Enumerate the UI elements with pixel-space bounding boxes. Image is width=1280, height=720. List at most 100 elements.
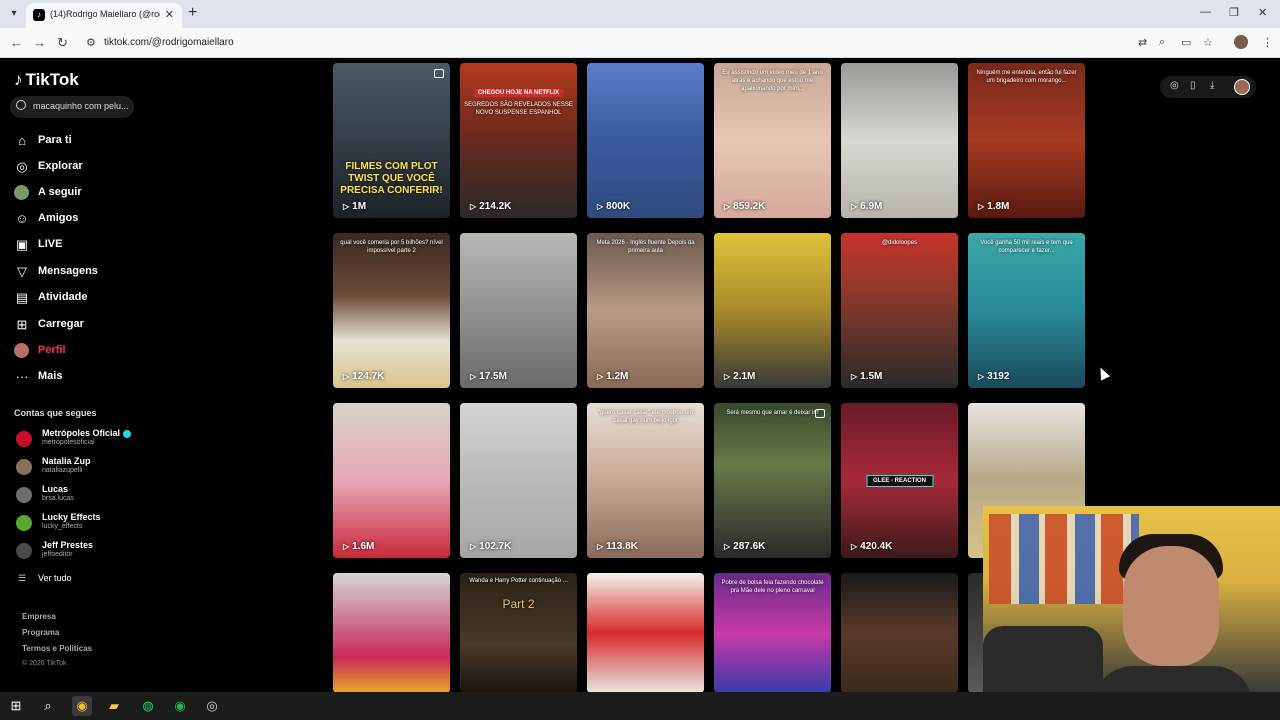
account-handle: lucky_effects bbox=[42, 523, 83, 530]
video-part-label: Part 2 bbox=[502, 597, 535, 611]
browser-tab[interactable]: ♪ (14)Rodrigo Maiellaro (@rodrig ✕ bbox=[26, 3, 182, 28]
video-card[interactable]: @didoloopes ▷ 1.5M bbox=[841, 233, 958, 388]
see-all-button[interactable]: ☰ Ver tudo bbox=[18, 573, 72, 584]
browser-menu-icon[interactable]: ⋮ bbox=[1262, 36, 1273, 49]
video-card[interactable] bbox=[587, 573, 704, 693]
search-value: macaquinho com pelu... bbox=[33, 101, 129, 111]
video-caption: SEGREDOS SÃO REVELADOS NESSE NOVO SUSPEN… bbox=[464, 102, 573, 116]
user-avatar[interactable] bbox=[1234, 79, 1250, 95]
translate-icon[interactable]: ⇄ bbox=[1138, 36, 1147, 49]
tab-close-icon[interactable]: ✕ bbox=[165, 8, 174, 21]
play-icon: ▷ bbox=[851, 202, 858, 211]
minimize-button[interactable]: — bbox=[1200, 6, 1211, 18]
followed-account[interactable]: Jeff Prestes jeffoeditor bbox=[14, 540, 174, 564]
footer-link-company[interactable]: Empresa bbox=[22, 612, 56, 621]
new-tab-button[interactable]: + bbox=[188, 4, 197, 22]
video-card[interactable]: "quero casar casar" ele mostrou um casal… bbox=[587, 403, 704, 558]
video-card[interactable]: ▷ 2.1M bbox=[714, 233, 831, 388]
tiktok-logo[interactable]: ♪ TikTok bbox=[14, 70, 79, 90]
sidebar-item-label: Perfil bbox=[38, 344, 66, 356]
sidebar-item-explorar[interactable]: ◎ Explorar bbox=[14, 158, 164, 178]
sidebar-item-amigos[interactable]: ☺ Amigos bbox=[14, 210, 164, 230]
video-card[interactable]: ▷ 102.7K bbox=[460, 403, 577, 558]
view-count: ▷ 1.8M bbox=[978, 201, 1009, 212]
followed-account[interactable]: Lucas brsa.lucas bbox=[14, 484, 174, 508]
account-name: Metrópoles Oficial bbox=[42, 428, 132, 438]
sidebar-item-para-ti[interactable]: ⌂ Para ti bbox=[14, 132, 164, 152]
search-input[interactable]: macaquinho com pelu... bbox=[10, 96, 134, 118]
browser-profile-avatar[interactable] bbox=[1234, 35, 1248, 49]
tab-list-icon[interactable]: ▾ bbox=[6, 6, 22, 22]
video-card[interactable]: ▷ 1.6M bbox=[333, 403, 450, 558]
sidebar-item-label: A seguir bbox=[38, 186, 82, 198]
view-count-value: 859.2K bbox=[733, 201, 766, 212]
device-icon[interactable]: ▯ bbox=[1190, 80, 1196, 91]
sidebar-item-mensagens[interactable]: ▽ Mensagens bbox=[14, 263, 164, 283]
site-info-icon[interactable]: ⚙ bbox=[86, 36, 96, 49]
view-count-value: 17.5M bbox=[479, 371, 507, 382]
followed-account[interactable]: Lucky Effects lucky_effects bbox=[14, 512, 174, 536]
sidebar-item-label: Explorar bbox=[38, 160, 83, 172]
video-card[interactable]: CHEGOU HOJE NA NETFLIX SEGREDOS SÃO REVEL… bbox=[460, 63, 577, 218]
play-icon: ▷ bbox=[343, 202, 350, 211]
account-avatar bbox=[16, 459, 32, 475]
sidebar-item-mais[interactable]: ··· Mais bbox=[14, 368, 164, 388]
video-card[interactable]: GLEE - REACTION ▷ 420.4K bbox=[841, 403, 958, 558]
footer-link-program[interactable]: Programa bbox=[22, 628, 59, 637]
video-card[interactable]: Wanda e Harry Potter continuação ... Part… bbox=[460, 573, 577, 693]
video-card[interactable]: FILMES COM PLOT TWIST QUE VOCÊ PRECISA C… bbox=[333, 63, 450, 218]
sidebar-9-icon: ··· bbox=[15, 369, 29, 384]
obs-icon[interactable]: ◎ bbox=[202, 696, 222, 716]
whatsapp-icon[interactable]: ◍ bbox=[138, 696, 158, 716]
url-field[interactable]: tiktok.com/@rodrigomaiellaro bbox=[104, 37, 234, 48]
file-explorer-icon[interactable]: ▰ bbox=[104, 696, 124, 716]
video-card[interactable]: Será mesmo que amar é deixar ir? ▷ 287.6K bbox=[714, 403, 831, 558]
view-count: ▷ 1.5M bbox=[851, 371, 882, 382]
video-card[interactable]: qual você comeria por 5 bilhões? nível i… bbox=[333, 233, 450, 388]
view-count: ▷ 800K bbox=[597, 201, 630, 212]
sidebar-item-a-seguir[interactable]: A seguir bbox=[14, 184, 164, 204]
video-card[interactable]: Meta 2026 - Inglês fluente Depois da pri… bbox=[587, 233, 704, 388]
close-window-button[interactable]: ✕ bbox=[1258, 6, 1267, 19]
restore-button[interactable]: ❐ bbox=[1229, 6, 1239, 19]
video-card[interactable]: ▷ 17.5M bbox=[460, 233, 577, 388]
followed-account[interactable]: Natalia Zup nataliazupelli bbox=[14, 456, 174, 480]
sidebar-item-label: Atividade bbox=[38, 291, 88, 303]
view-count-value: 124.7K bbox=[352, 371, 385, 382]
video-caption: Meta 2026 - Inglês fluente Depois da pri… bbox=[596, 240, 695, 254]
video-card[interactable]: ▷ 800K bbox=[587, 63, 704, 218]
sidebar-item-carregar[interactable]: ⊞ Carregar bbox=[14, 316, 164, 336]
zoom-icon[interactable]: ⌕ bbox=[1159, 36, 1165, 49]
video-card[interactable]: ▷ 6.9M bbox=[841, 63, 958, 218]
account-name-text: Natalia Zup bbox=[42, 456, 91, 466]
logo-text: TikTok bbox=[25, 70, 79, 89]
sidebar-4-icon: ▣ bbox=[15, 237, 29, 252]
windows-icon[interactable]: ⊞ bbox=[6, 696, 26, 716]
video-card[interactable]: Você ganha 50 mil reais e tem que compar… bbox=[968, 233, 1085, 388]
sidebar-item-perfil[interactable]: Perfil bbox=[14, 342, 164, 362]
sidebar-item-atividade[interactable]: ▤ Atividade bbox=[14, 289, 164, 309]
search-taskbar-icon[interactable]: ⌕ bbox=[38, 696, 58, 716]
video-card[interactable]: Ninguém me entendia, então fui fazer um … bbox=[968, 63, 1085, 218]
video-caption: Será mesmo que amar é deixar ir? bbox=[726, 410, 819, 416]
video-card[interactable]: Pobre de bolsa feia fazendo chocolate pr… bbox=[714, 573, 831, 693]
back-icon[interactable]: ← bbox=[10, 35, 23, 50]
view-count: ▷ 124.7K bbox=[343, 371, 384, 382]
download-icon[interactable]: ⤓ bbox=[1210, 80, 1214, 91]
forward-icon[interactable]: → bbox=[33, 35, 46, 50]
footer-link-terms[interactable]: Termos e Políticas bbox=[22, 644, 92, 653]
install-app-icon[interactable]: ▭ bbox=[1181, 36, 1191, 49]
video-card[interactable] bbox=[841, 573, 958, 693]
sidebar-3-icon: ☺ bbox=[15, 211, 29, 226]
sidebar-item-live[interactable]: ▣ LIVE bbox=[14, 236, 164, 256]
chair bbox=[983, 626, 1103, 692]
video-card[interactable]: Eu assistindo um vídeo meu de 1 ano atrá… bbox=[714, 63, 831, 218]
view-count: ▷ 1.6M bbox=[343, 541, 374, 552]
followed-account[interactable]: Metrópoles Oficial metropolesoficial bbox=[14, 428, 174, 452]
spotify-icon[interactable]: ◉ bbox=[170, 696, 190, 716]
compass-icon[interactable]: ◎ bbox=[1170, 80, 1179, 91]
video-card[interactable] bbox=[333, 573, 450, 693]
bookmark-star-icon[interactable]: ☆ bbox=[1203, 36, 1213, 49]
chrome-icon[interactable]: ◉ bbox=[72, 696, 92, 716]
reload-icon[interactable]: ↻ bbox=[57, 35, 68, 51]
